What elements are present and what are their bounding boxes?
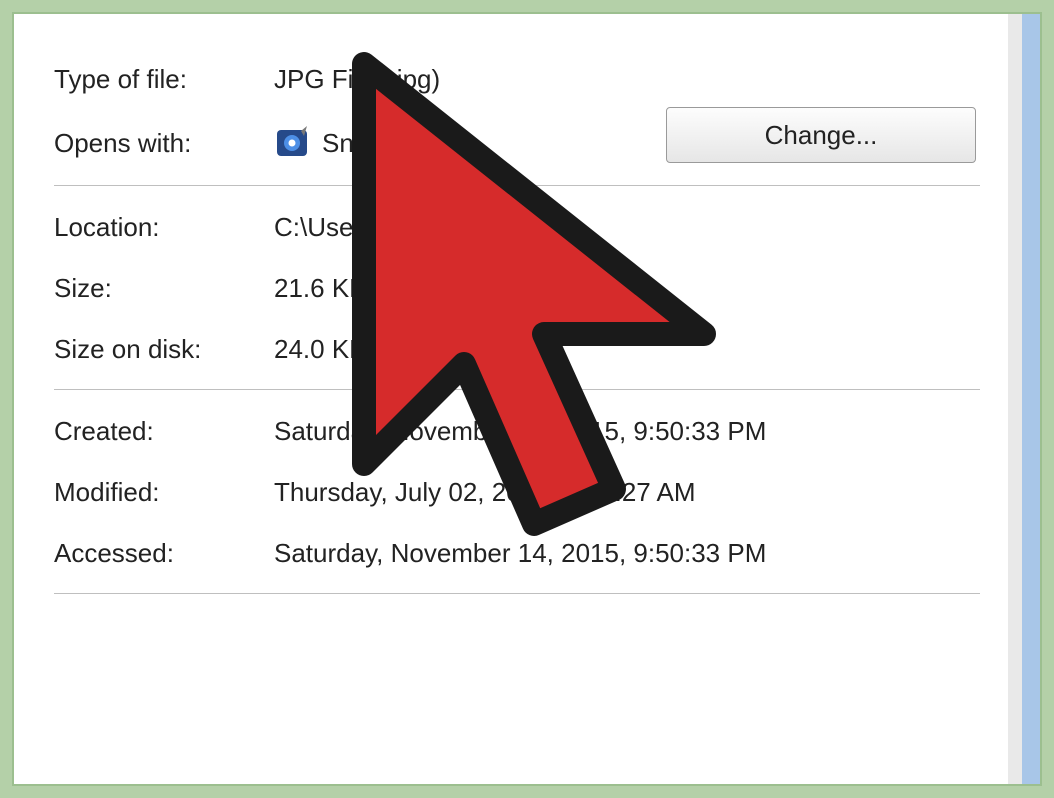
value-size-on-disk: 24.0 KB (24 byte	[274, 334, 980, 365]
right-stripe-blue	[1022, 14, 1040, 784]
value-size: 21.6 KB (22	[274, 273, 980, 304]
value-accessed: Saturday, November 14, 2015, 9:50:33 PM	[274, 538, 980, 569]
value-opens-with-app: Snagit	[322, 128, 396, 159]
label-size-on-disk: Size on disk:	[54, 334, 274, 365]
value-type-of-file: JPG File (.jpg)	[274, 64, 980, 95]
label-size: Size:	[54, 273, 274, 304]
row-created: Created: Saturday, November 14, 2015, 9:…	[54, 404, 980, 465]
label-created: Created:	[54, 416, 274, 447]
label-accessed: Accessed:	[54, 538, 274, 569]
label-modified: Modified:	[54, 477, 274, 508]
value-modified: Thursday, July 02, 2015, 3:17:27 AM	[274, 477, 980, 508]
row-opens-with: Opens with: Snagit Change...	[54, 113, 980, 179]
label-opens-with: Opens with:	[54, 128, 274, 159]
snagit-app-icon	[274, 125, 310, 161]
row-size: Size: 21.6 KB (22	[54, 261, 980, 322]
label-location: Location:	[54, 212, 274, 243]
label-type-of-file: Type of file:	[54, 64, 274, 95]
divider-3	[54, 593, 980, 594]
row-type-of-file: Type of file: JPG File (.jpg)	[54, 52, 980, 113]
row-accessed: Accessed: Saturday, November 14, 2015, 9…	[54, 526, 980, 587]
row-location: Location: C:\Users\Us	[54, 200, 980, 261]
divider-2	[54, 389, 980, 390]
row-size-on-disk: Size on disk: 24.0 KB (24 byte	[54, 322, 980, 383]
right-stripe-gray	[1008, 14, 1022, 784]
row-modified: Modified: Thursday, July 02, 2015, 3:17:…	[54, 465, 980, 526]
value-created: Saturday, November 14, 2015, 9:50:33 PM	[274, 416, 980, 447]
properties-panel: Type of file: JPG File (.jpg) Opens with…	[12, 12, 1042, 786]
divider-1	[54, 185, 980, 186]
change-button[interactable]: Change...	[666, 107, 976, 163]
value-location: C:\Users\Us	[274, 212, 980, 243]
